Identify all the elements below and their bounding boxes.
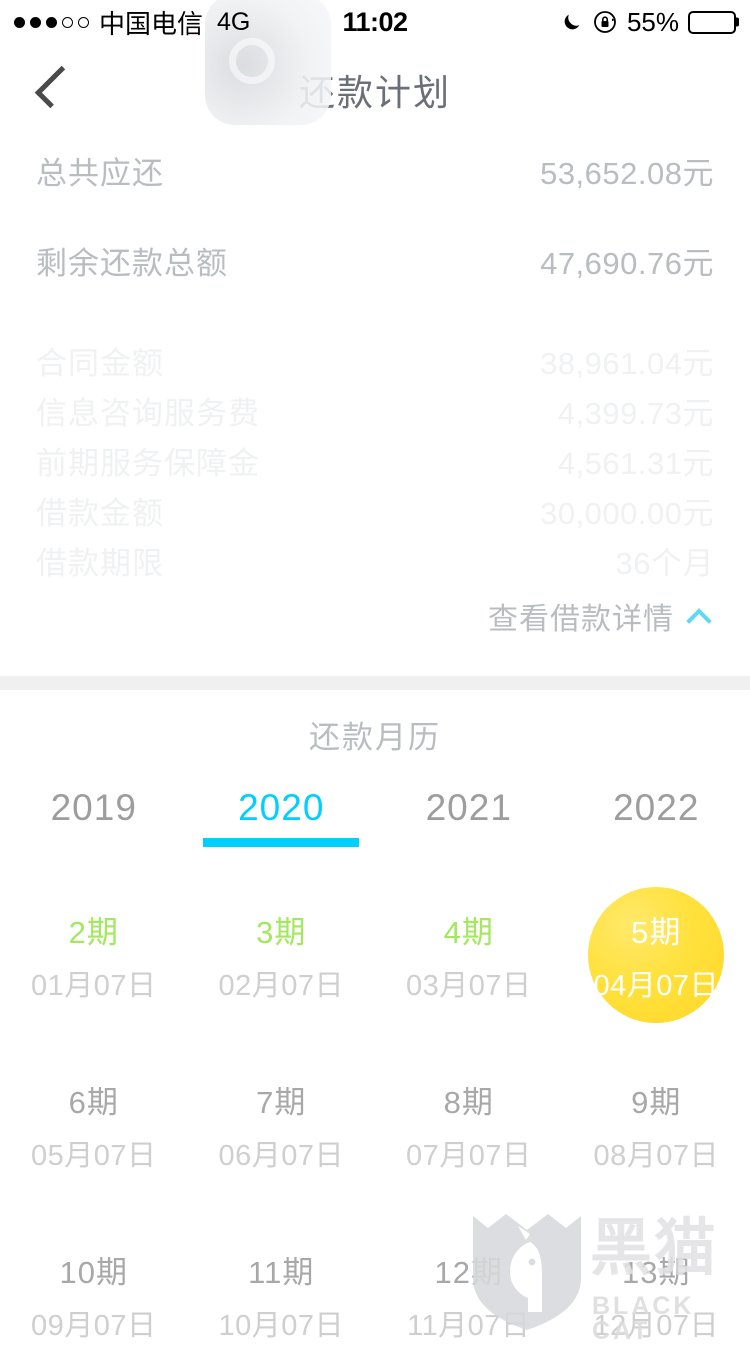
summary-value: 47,690.76元 <box>540 238 714 283</box>
summary-value: 30,000.00元 <box>540 488 714 533</box>
period-date: 08月07日 <box>593 1132 719 1174</box>
period-cell[interactable]: 13期 12月07日 <box>563 1239 750 1351</box>
period-number: 9期 <box>631 1077 681 1122</box>
summary-value: 53,652.08元 <box>540 148 714 193</box>
period-cell[interactable]: 7期 06月07日 <box>188 1069 376 1181</box>
period-date: 10月07日 <box>218 1302 344 1344</box>
summary-label: 剩余还款总额 <box>36 238 228 283</box>
period-date: 06月07日 <box>218 1132 344 1174</box>
moon-icon <box>561 10 583 34</box>
period-number: 7期 <box>256 1077 306 1122</box>
status-bar: 中国电信 4G 11:02 55% <box>0 0 750 44</box>
period-number: 11期 <box>248 1247 314 1292</box>
period-number: 2期 <box>69 907 119 952</box>
summary-row-loan-term: 借款期限 36个月 <box>36 538 714 588</box>
page-title: 还款计划 <box>0 64 750 116</box>
summary-row-contract-amount: 合同金额 38,961.04元 <box>36 338 714 388</box>
battery-percentage: 55% <box>627 7 679 38</box>
period-number: 6期 <box>69 1077 119 1122</box>
period-date: 03月07日 <box>406 962 532 1004</box>
summary-label: 借款期限 <box>36 538 164 583</box>
chevron-up-icon <box>688 603 714 629</box>
period-date: 12月07日 <box>593 1302 719 1344</box>
summary-row-remaining: 剩余还款总额 47,690.76元 <box>36 238 714 308</box>
period-cell[interactable]: 9期 08月07日 <box>563 1069 750 1181</box>
navigation-bar: 还款计划 <box>0 44 750 128</box>
period-number: 10期 <box>60 1247 128 1292</box>
summary-value: 4,561.31元 <box>558 438 714 483</box>
year-tab-bar: 2019 2020 2021 2022 <box>0 787 750 847</box>
battery-icon <box>688 11 736 34</box>
view-loan-details-label: 查看借款详情 <box>488 594 674 638</box>
summary-label: 借款金额 <box>36 488 164 533</box>
period-cell-current[interactable]: 5期 04月07日 <box>563 899 750 1011</box>
summary-label: 信息咨询服务费 <box>36 388 260 433</box>
period-cell[interactable]: 4期 03月07日 <box>375 899 563 1011</box>
period-cell[interactable]: 11期 10月07日 <box>188 1239 376 1351</box>
section-divider <box>0 676 750 690</box>
period-date: 11月07日 <box>407 1302 530 1344</box>
period-number: 13期 <box>622 1247 690 1292</box>
calendar-title: 还款月历 <box>0 690 750 757</box>
period-cell[interactable]: 3期 02月07日 <box>188 899 376 1011</box>
summary-label: 总共应还 <box>36 148 164 193</box>
period-date: 05月07日 <box>31 1132 157 1174</box>
summary-row-loan-amount: 借款金额 30,000.00元 <box>36 488 714 538</box>
summary-row-consulting-fee: 信息咨询服务费 4,399.73元 <box>36 388 714 438</box>
tab-year-2021[interactable]: 2021 <box>375 787 563 847</box>
period-date: 02月07日 <box>218 962 344 1004</box>
battery-nub <box>736 18 739 27</box>
period-cell[interactable]: 6期 05月07日 <box>0 1069 188 1181</box>
period-grid: 2期 01月07日 3期 02月07日 4期 03月07日 5期 04月07日 … <box>0 899 750 1351</box>
summary-row-service-guarantee: 前期服务保障金 4,561.31元 <box>36 438 714 488</box>
period-cell[interactable]: 12期 11月07日 <box>375 1239 563 1351</box>
period-number: 12期 <box>435 1247 503 1292</box>
period-cell[interactable]: 2期 01月07日 <box>0 899 188 1011</box>
repayment-calendar-card: 还款月历 2019 2020 2021 2022 2期 01月07日 3期 02… <box>0 690 750 1334</box>
loan-detail-rows: 合同金额 38,961.04元 信息咨询服务费 4,399.73元 前期服务保障… <box>36 338 714 588</box>
summary-value: 38,961.04元 <box>540 338 714 383</box>
period-date: 07月07日 <box>406 1132 532 1174</box>
period-number: 3期 <box>256 907 306 952</box>
tab-year-2022[interactable]: 2022 <box>563 787 750 847</box>
period-cell[interactable]: 8期 07月07日 <box>375 1069 563 1181</box>
status-bar-right: 55% <box>561 7 736 38</box>
rotation-lock-icon <box>592 9 618 35</box>
period-number: 5期 <box>631 907 681 952</box>
period-date: 09月07日 <box>31 1302 157 1344</box>
view-loan-details-link[interactable]: 查看借款详情 <box>488 594 714 638</box>
period-number: 4期 <box>444 907 494 952</box>
tab-year-2020[interactable]: 2020 <box>188 787 376 847</box>
summary-value: 36个月 <box>616 538 714 583</box>
period-date: 04月07日 <box>593 962 719 1004</box>
period-date: 01月07日 <box>31 962 157 1004</box>
summary-row-total-due: 总共应还 53,652.08元 <box>36 148 714 218</box>
tab-year-2019[interactable]: 2019 <box>0 787 188 847</box>
period-cell[interactable]: 10期 09月07日 <box>0 1239 188 1351</box>
summary-value: 4,399.73元 <box>558 388 714 433</box>
period-number: 8期 <box>444 1077 494 1122</box>
summary-label: 前期服务保障金 <box>36 438 260 483</box>
loan-summary-card: 总共应还 53,652.08元 剩余还款总额 47,690.76元 合同金额 3… <box>0 128 750 676</box>
summary-label: 合同金额 <box>36 338 164 383</box>
